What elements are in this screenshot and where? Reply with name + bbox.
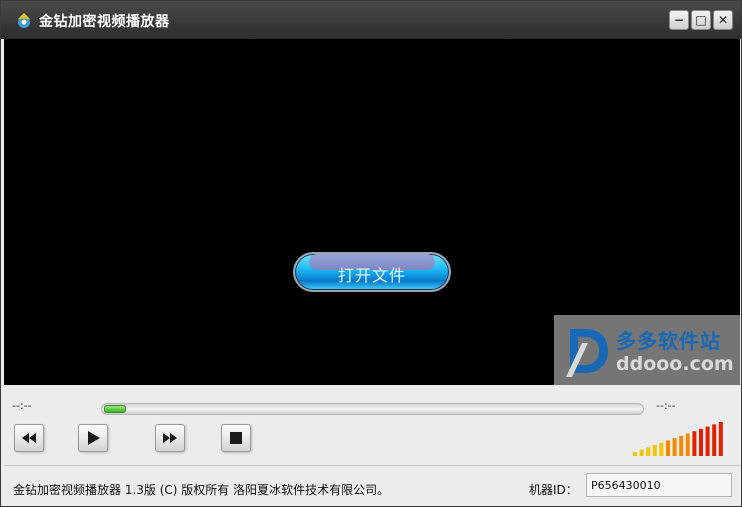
volume-bar <box>633 452 637 456</box>
volume-bar <box>672 438 677 456</box>
window-title: 金钻加密视频播放器 <box>39 14 170 30</box>
play-icon <box>88 431 100 445</box>
volume-bar <box>718 422 723 456</box>
rewind-icon <box>22 433 36 443</box>
maximize-button[interactable]: □ <box>691 10 711 30</box>
volume-bar <box>679 435 684 456</box>
app-icon <box>18 13 30 28</box>
volume-bar <box>699 428 703 456</box>
progress-bar[interactable] <box>101 403 644 415</box>
volume-bar <box>639 449 644 456</box>
stop-icon <box>230 432 242 444</box>
volume-bar <box>652 445 657 456</box>
ddooo-logo-icon <box>566 329 608 377</box>
watermark-en-text: ddooo.com <box>616 353 734 375</box>
watermark-cn-text: 多多软件站 <box>616 329 721 353</box>
volume-bar <box>666 440 670 456</box>
copyright-text: 金钻加密视频播放器 1.3版 (C) 版权所有 洛阳夏冰软件技术有限公司。 <box>13 483 390 497</box>
fast-forward-button[interactable] <box>155 424 185 452</box>
player-window: 金钻加密视频播放器 − □ ✕ 打开文件 多多软件站 ddooo.com --:… <box>0 0 742 507</box>
volume-bar <box>685 433 690 456</box>
open-file-label: 打开文件 <box>337 266 406 285</box>
rewind-button[interactable] <box>14 424 44 452</box>
video-area[interactable]: 打开文件 多多软件站 ddooo.com <box>4 39 740 385</box>
status-bar: 金钻加密视频播放器 1.3版 (C) 版权所有 洛阳夏冰软件技术有限公司。 机器… <box>4 466 740 506</box>
volume-meter[interactable] <box>631 421 727 457</box>
volume-bar <box>659 442 664 456</box>
volume-bar <box>712 424 717 456</box>
progress-thumb[interactable] <box>104 405 126 413</box>
volume-bar <box>692 431 697 456</box>
watermark: 多多软件站 ddooo.com <box>554 315 740 385</box>
title-bar[interactable]: 金钻加密视频播放器 − □ ✕ <box>1 1 741 39</box>
volume-bar <box>646 447 651 456</box>
close-button[interactable]: ✕ <box>713 10 733 30</box>
minimize-button[interactable]: − <box>669 10 689 30</box>
elapsed-time: --:-- <box>12 399 32 412</box>
machine-id-field[interactable] <box>586 473 732 497</box>
play-button[interactable] <box>78 424 108 452</box>
volume-bar <box>705 426 710 456</box>
control-panel: --:-- --:-- <box>4 385 740 465</box>
remaining-time: --:-- <box>656 399 676 412</box>
machine-id-label: 机器ID： <box>529 483 578 497</box>
fast-forward-icon <box>163 433 177 443</box>
stop-button[interactable] <box>221 424 251 452</box>
open-file-button[interactable]: 打开文件 <box>293 252 451 292</box>
